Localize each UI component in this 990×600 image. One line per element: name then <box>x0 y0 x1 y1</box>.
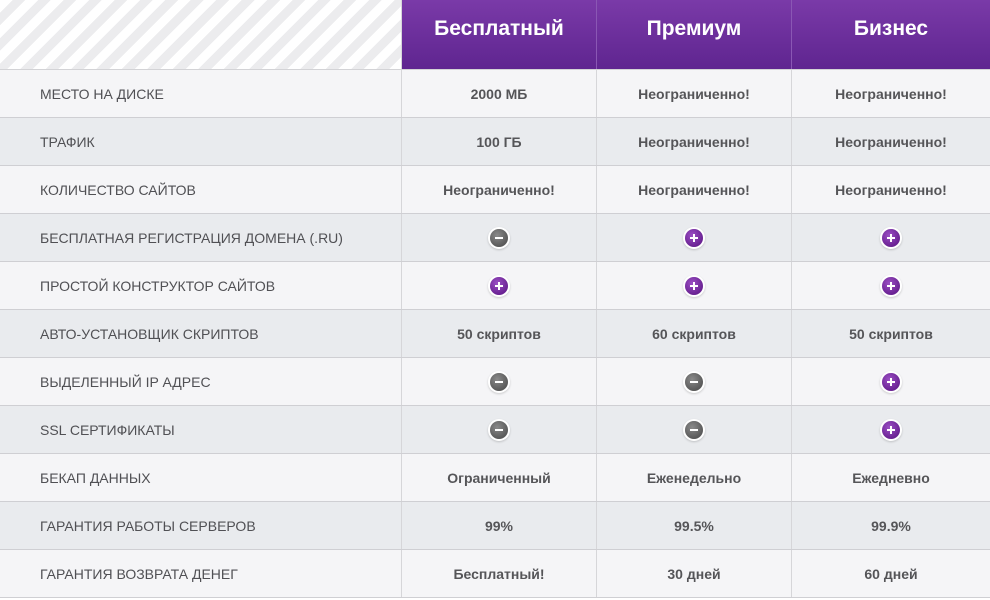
plus-icon <box>882 228 900 247</box>
plus-icon <box>685 228 703 247</box>
cell-free: Ограниченный <box>402 454 597 501</box>
table-row: ГАРАНТИЯ РАБОТЫ СЕРВЕРОВ 99% 99.5% 99.9% <box>0 502 990 550</box>
feature-label: АВТО-УСТАНОВЩИК СКРИПТОВ <box>0 310 402 357</box>
table-row: ПРОСТОЙ КОНСТРУКТОР САЙТОВ <box>0 262 990 310</box>
plus-icon <box>882 420 900 439</box>
feature-label: ПРОСТОЙ КОНСТРУКТОР САЙТОВ <box>0 262 402 309</box>
cell-free <box>402 406 597 453</box>
header-corner <box>0 0 402 69</box>
cell-free: 2000 МБ <box>402 70 597 117</box>
cell-premium: Неограниченно! <box>597 70 792 117</box>
cell-business <box>792 406 990 453</box>
cell-business: Неограниченно! <box>792 70 990 117</box>
feature-label: ВЫДЕЛЕННЫЙ IP АДРЕС <box>0 358 402 405</box>
table-row: ТРАФИК 100 ГБ Неограниченно! Неограниченно! <box>0 118 990 166</box>
cell-free: Неограниченно! <box>402 166 597 213</box>
cell-business: 99.9% <box>792 502 990 549</box>
feature-rows: МЕСТО НА ДИСКЕ 2000 МБ Неограниченно! Неогр… <box>0 69 990 598</box>
feature-label: МЕСТО НА ДИСКЕ <box>0 70 402 117</box>
table-row: МЕСТО НА ДИСКЕ 2000 МБ Неограниченно! Неогр… <box>0 70 990 118</box>
minus-icon <box>490 372 508 391</box>
cell-business: Неограниченно! <box>792 166 990 213</box>
plan-header-free: Бесплатный <box>402 0 597 69</box>
cell-premium: Еженедельно <box>597 454 792 501</box>
cell-premium: Неограниченно! <box>597 166 792 213</box>
cell-business: Неограниченно! <box>792 118 990 165</box>
feature-label: ГАРАНТИЯ РАБОТЫ СЕРВЕРОВ <box>0 502 402 549</box>
plan-header-business: Бизнес <box>792 0 990 69</box>
plan-header-premium: Премиум <box>597 0 792 69</box>
minus-icon <box>685 420 703 439</box>
cell-premium: 30 дней <box>597 550 792 597</box>
minus-icon <box>490 228 508 247</box>
table-row: КОЛИЧЕСТВО САЙТОВ Неограниченно! Неогранич… <box>0 166 990 214</box>
cell-premium <box>597 358 792 405</box>
table-row: АВТО-УСТАНОВЩИК СКРИПТОВ 50 скриптов 60 ск… <box>0 310 990 358</box>
cell-free: 99% <box>402 502 597 549</box>
table-row: БЕКАП ДАННЫХ Ограниченный Еженедельно Ежедн… <box>0 454 990 502</box>
cell-free: 100 ГБ <box>402 118 597 165</box>
cell-business: Ежедневно <box>792 454 990 501</box>
table-row: БЕСПЛАТНАЯ РЕГИСТРАЦИЯ ДОМЕНА (.RU) <box>0 214 990 262</box>
feature-label: ГАРАНТИЯ ВОЗВРАТА ДЕНЕГ <box>0 550 402 597</box>
plus-icon <box>685 276 703 295</box>
pricing-comparison-table: Бесплатный Премиум Бизнес МЕСТО НА ДИСКЕ… <box>0 0 990 600</box>
plus-icon <box>882 276 900 295</box>
plans-header: Бесплатный Премиум Бизнес <box>0 0 990 69</box>
cell-business: 60 дней <box>792 550 990 597</box>
table-row: ВЫДЕЛЕННЫЙ IP АДРЕС <box>0 358 990 406</box>
feature-label: КОЛИЧЕСТВО САЙТОВ <box>0 166 402 213</box>
minus-icon <box>490 420 508 439</box>
feature-label: БЕКАП ДАННЫХ <box>0 454 402 501</box>
cell-free: Бесплатный! <box>402 550 597 597</box>
table-row: ГАРАНТИЯ ВОЗВРАТА ДЕНЕГ Бесплатный! 30 дне… <box>0 550 990 598</box>
cell-premium: 60 скриптов <box>597 310 792 357</box>
cell-premium: Неограниченно! <box>597 118 792 165</box>
feature-label: SSL СЕРТИФИКАТЫ <box>0 406 402 453</box>
cell-business: 50 скриптов <box>792 310 990 357</box>
cell-free <box>402 214 597 261</box>
cell-free: 50 скриптов <box>402 310 597 357</box>
cell-business <box>792 214 990 261</box>
cell-premium <box>597 262 792 309</box>
plus-icon <box>490 276 508 295</box>
cell-premium <box>597 214 792 261</box>
cell-premium: 99.5% <box>597 502 792 549</box>
cell-business <box>792 262 990 309</box>
cell-premium <box>597 406 792 453</box>
minus-icon <box>685 372 703 391</box>
cell-business <box>792 358 990 405</box>
cell-free <box>402 262 597 309</box>
table-row: SSL СЕРТИФИКАТЫ <box>0 406 990 454</box>
feature-label: БЕСПЛАТНАЯ РЕГИСТРАЦИЯ ДОМЕНА (.RU) <box>0 214 402 261</box>
plus-icon <box>882 372 900 391</box>
feature-label: ТРАФИК <box>0 118 402 165</box>
cell-free <box>402 358 597 405</box>
